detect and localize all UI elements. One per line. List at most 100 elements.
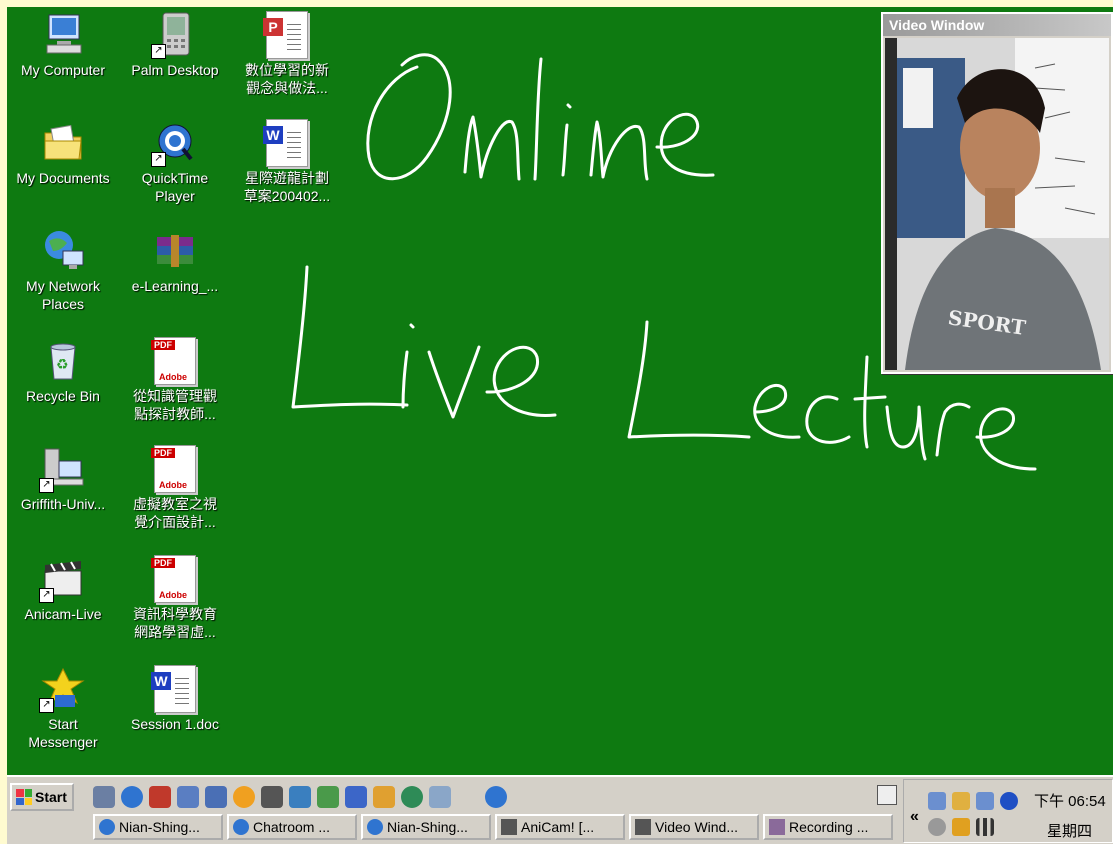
- desktop-icon-my-network-places[interactable]: My Network Places: [7, 227, 119, 313]
- keyboard-icon[interactable]: [877, 785, 897, 805]
- task-button-chatroom[interactable]: Chatroom ...: [227, 814, 357, 840]
- display-icon[interactable]: [952, 792, 970, 810]
- tray-expand-button[interactable]: «: [910, 808, 919, 826]
- desktop-icon-start-messenger[interactable]: ↗ Start Messenger: [7, 665, 119, 751]
- desktop-icon-ppt-file[interactable]: P 數位學習的新 觀念與做法...: [231, 11, 343, 97]
- network-globe-icon: [39, 227, 87, 275]
- task-label: AniCam! [...: [521, 819, 595, 835]
- clock-time[interactable]: 下午 06:54: [1034, 790, 1106, 811]
- lock-icon[interactable]: [952, 818, 970, 836]
- desktop-icon-session-1-doc[interactable]: W Session 1.doc: [119, 665, 231, 733]
- desktop-icon-e-learning[interactable]: e-Learning_...: [119, 227, 231, 295]
- task-buttons: Nian-Shing... Chatroom ... Nian-Shing...…: [93, 814, 893, 840]
- signal-strength-icon[interactable]: [976, 818, 994, 836]
- winrar-archive-icon: [151, 227, 199, 275]
- task-label: Nian-Shing...: [387, 819, 468, 835]
- word-document-icon: W: [263, 119, 311, 167]
- task-button-anicam[interactable]: AniCam! [...: [495, 814, 625, 840]
- desktop-icon-label: Griffith-Univ...: [20, 496, 106, 512]
- desktop-icon-label: e-Learning_...: [131, 278, 219, 294]
- shortcut-arrow-icon: ↗: [39, 588, 54, 603]
- start-label: Start: [35, 789, 67, 805]
- powerpoint-file-icon: P: [263, 11, 311, 59]
- network-tools-icon[interactable]: [93, 786, 115, 808]
- network-computer-icon: ↗: [39, 445, 87, 493]
- desktop: My Computer My Documents My Network Plac…: [7, 7, 1113, 775]
- clapperboard-icon: ↗: [39, 555, 87, 603]
- desktop-icon-label: Session 1.doc: [131, 716, 219, 732]
- cup-icon[interactable]: [429, 786, 451, 808]
- clapperboard-icon: [635, 819, 651, 835]
- start-button[interactable]: Start: [10, 783, 74, 811]
- bluetooth-icon[interactable]: [1000, 792, 1018, 810]
- recycle-bin-icon: ♻: [39, 337, 87, 385]
- quick-launch-bar: [93, 783, 507, 811]
- desktop-icon-palm-desktop[interactable]: ↗ Palm Desktop: [119, 11, 231, 79]
- network-icon[interactable]: [976, 792, 994, 810]
- desktop-icon-word-file[interactable]: W 星際遊龍計劃 草案200402...: [231, 119, 343, 205]
- desktop-icon-label: Recycle Bin: [26, 388, 100, 404]
- book-icon[interactable]: [345, 786, 367, 808]
- palm-device-icon: ↗: [151, 11, 199, 59]
- desktop-icon-label: 從知識管理觀 點探討教師...: [133, 388, 217, 422]
- disc-icon[interactable]: [928, 818, 946, 836]
- task-button-nian-shing-2[interactable]: Nian-Shing...: [361, 814, 491, 840]
- desktop-icon-label: 資訊科學教育 網路學習虛...: [133, 606, 217, 640]
- internet-explorer-icon: [367, 819, 383, 835]
- desktop-icon-label: 星際遊龍計劃 草案200402...: [243, 170, 331, 204]
- fireworks-app-icon[interactable]: [149, 786, 171, 808]
- word-document-icon: W: [151, 665, 199, 713]
- desktop-icon-my-computer[interactable]: My Computer: [7, 11, 119, 79]
- chart-app-icon[interactable]: [317, 786, 339, 808]
- pdf-file-icon: PDF Adobe: [151, 337, 199, 385]
- desktop-icon-anicam-live[interactable]: ↗ Anicam-Live: [7, 555, 119, 623]
- pdf-file-icon: PDF Adobe: [151, 445, 199, 493]
- desktop-icon-label: My Network Places: [26, 278, 100, 312]
- computer-icon: [39, 11, 87, 59]
- task-button-recording[interactable]: Recording ...: [763, 814, 893, 840]
- desktop-icon-pdf-1[interactable]: PDF Adobe 從知識管理觀 點探討教師...: [119, 337, 231, 423]
- desktop-icon-recycle-bin[interactable]: ♻ Recycle Bin: [7, 337, 119, 405]
- internet-explorer-icon: [99, 819, 115, 835]
- windows-flag-icon: [16, 789, 32, 805]
- quicktime-icon[interactable]: [485, 786, 507, 808]
- shortcut-arrow-icon: ↗: [39, 478, 54, 493]
- task-button-nian-shing-1[interactable]: Nian-Shing...: [93, 814, 223, 840]
- desktop-icon-label: My Computer: [20, 62, 106, 78]
- globe-icon[interactable]: [401, 786, 423, 808]
- pencil-icon[interactable]: [373, 786, 395, 808]
- messenger-person-icon: ↗: [39, 665, 87, 713]
- internet-explorer-icon[interactable]: [121, 786, 143, 808]
- desktop-icon-quicktime[interactable]: ↗ QuickTime Player: [119, 119, 231, 205]
- folder-icon: [39, 119, 87, 167]
- task-label: Chatroom ...: [253, 819, 331, 835]
- clapperboard-icon: [501, 819, 517, 835]
- clock-day[interactable]: 星期四: [1047, 820, 1092, 841]
- video-window[interactable]: Video Window SPORT: [881, 12, 1113, 374]
- network-icon[interactable]: [928, 792, 946, 810]
- task-label: Video Wind...: [655, 819, 739, 835]
- desktop-icon-pdf-2[interactable]: PDF Adobe 虛擬教室之視 覺介面設計...: [119, 445, 231, 531]
- desktop-icon-pdf-3[interactable]: PDF Adobe 資訊科學教育 網路學習虛...: [119, 555, 231, 641]
- desktop-icon-griffith[interactable]: ↗ Griffith-Univ...: [7, 445, 119, 513]
- system-tray: « 下午 06:54 星期四: [903, 779, 1113, 843]
- recorder-icon: [769, 819, 785, 835]
- desktop-icon-label: Palm Desktop: [131, 62, 219, 78]
- video-window-title[interactable]: Video Window: [883, 14, 1111, 36]
- task-button-video-window[interactable]: Video Wind...: [629, 814, 759, 840]
- desktop-icon-label: My Documents: [16, 170, 110, 186]
- outlook-icon[interactable]: [205, 786, 227, 808]
- desktop-icon-my-documents[interactable]: My Documents: [7, 119, 119, 187]
- desktop-icon-label: Anicam-Live: [24, 606, 102, 622]
- clapperboard-icon[interactable]: [261, 786, 283, 808]
- desktop-icon-label: Start Messenger: [28, 716, 98, 750]
- internet-explorer-icon: [233, 819, 249, 835]
- desktop-icon-label: QuickTime Player: [141, 170, 209, 204]
- media-player-icon[interactable]: [233, 786, 255, 808]
- shortcut-arrow-icon: ↗: [151, 152, 166, 167]
- task-label: Recording ...: [789, 819, 869, 835]
- browser-icon[interactable]: [289, 786, 311, 808]
- taskbar: Start Nian-Shing... Chatroom ... Nian-Sh…: [7, 775, 1113, 844]
- settings-icon[interactable]: [177, 786, 199, 808]
- video-feed: SPORT: [885, 38, 1109, 370]
